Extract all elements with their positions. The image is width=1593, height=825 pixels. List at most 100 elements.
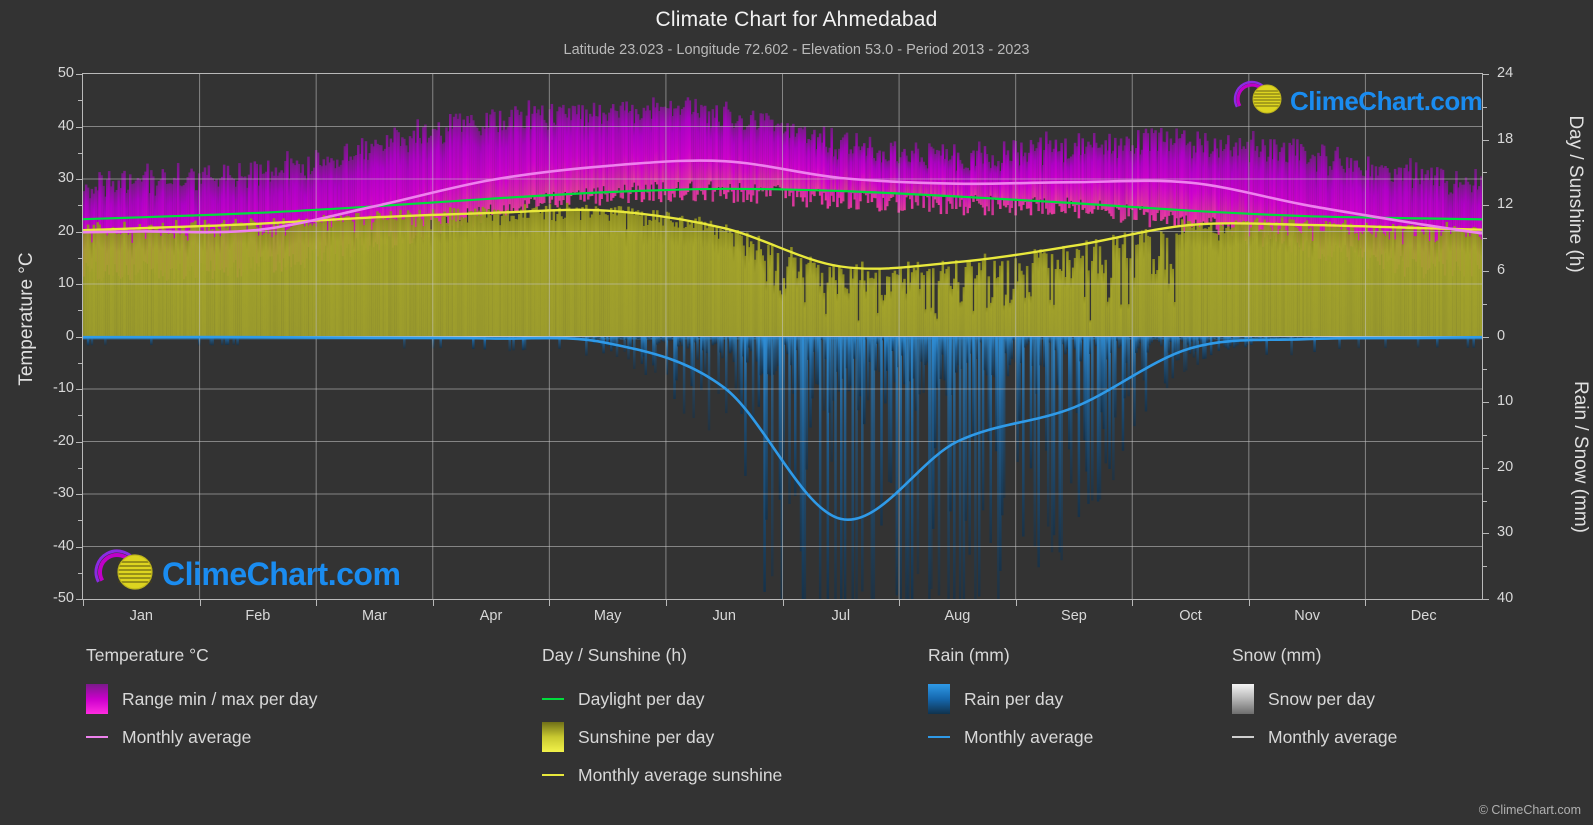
legend-item[interactable]: Range min / max per day: [86, 680, 318, 718]
legend-group-title: Rain (mm): [928, 645, 1010, 665]
y-axis-left-tick-label: 20: [57, 222, 74, 239]
y-axis-left-tick-label: 30: [57, 170, 74, 186]
x-axis-tick-label: Jan: [129, 608, 153, 624]
x-axis-tick: [899, 600, 901, 606]
legend-item-label: Rain per day: [964, 688, 1064, 709]
climechart-logo-top: ClimeChart.com: [1232, 80, 1483, 123]
x-axis-tick: [665, 600, 667, 606]
y-axis-right-tick: [1483, 139, 1489, 141]
chart-legend: Temperature °C Range min / max per day Mon…: [0, 645, 1593, 825]
climechart-logo-text: ClimeChart.com: [162, 556, 401, 592]
x-axis-tick-label: May: [593, 608, 622, 624]
legend-item[interactable]: Snow per day: [1232, 680, 1397, 718]
x-axis-tick: [1248, 600, 1250, 606]
y-axis-right-tick-label: 12: [1497, 196, 1514, 213]
legend-item[interactable]: Sunshine per day: [542, 718, 782, 756]
x-axis-tick-label: Jun: [712, 608, 736, 624]
legend-line-icon: [86, 722, 108, 752]
legend-swatch-icon: [928, 684, 950, 714]
y-axis-left-tick-label: 0: [65, 327, 74, 344]
y-axis-right-tick-label: 10: [1497, 393, 1514, 410]
y-axis-right-tick: [1483, 467, 1489, 469]
y-axis-right-tick: [1483, 402, 1489, 404]
legend-line-icon: [1232, 722, 1254, 752]
y-axis-right-minor-tick: [1483, 566, 1487, 568]
copyright-notice: © ClimeChart.com: [1478, 803, 1581, 817]
legend-group-title: Temperature °C: [86, 645, 209, 665]
legend-swatch-icon: [1232, 684, 1254, 714]
x-axis-tick-label: Dec: [1410, 608, 1437, 624]
x-axis-tick-label: Jul: [831, 608, 851, 624]
x-axis-tick: [1132, 600, 1134, 606]
y-axis-right-tick: [1483, 599, 1489, 600]
y-axis-right-minor-tick: [1483, 172, 1487, 174]
legend-group: Snow (mm) Snow per day Monthly average: [1232, 645, 1397, 756]
x-axis-tick-label: Nov: [1294, 608, 1321, 624]
climechart-logo-icon: [92, 548, 162, 601]
y-axis-right-tick-label: 6: [1497, 261, 1506, 278]
legend-item-label: Monthly average: [1268, 726, 1398, 747]
legend-group: Rain (mm) Rain per day Monthly average: [928, 645, 1093, 756]
x-axis-tick-label: Apr: [479, 608, 503, 624]
legend-swatch-icon: [86, 684, 108, 714]
y-axis-right-bottom-title: Rain / Snow (mm): [1570, 380, 1591, 534]
x-axis-tick: [83, 600, 84, 606]
climate-chart-page: Climate Chart for Ahmedabad Latitude 23.…: [0, 0, 1593, 825]
x-axis-tick: [1365, 600, 1367, 606]
x-axis-tick-label: Oct: [1179, 608, 1202, 624]
legend-item-label: Monthly average: [964, 726, 1094, 747]
legend-item-label: Daylight per day: [578, 688, 705, 709]
x-axis-tick-label: Sep: [1061, 608, 1087, 624]
legend-line-icon: [542, 684, 564, 714]
y-axis-left-tick-label: 50: [57, 65, 74, 81]
y-axis-right-tick-label: 0: [1497, 327, 1506, 344]
y-axis-right-minor-tick: [1483, 500, 1487, 502]
chart-canvas: [83, 74, 1482, 599]
legend-line-icon: [542, 760, 564, 790]
page-title: Climate Chart for Ahmedabad: [655, 8, 938, 31]
y-axis-right-top-title: Day / Sunshine (h): [1565, 115, 1586, 273]
legend-item-label: Range min / max per day: [122, 688, 318, 709]
y-axis-right-tick-label: 18: [1497, 130, 1514, 147]
legend-group-title: Day / Sunshine (h): [542, 645, 687, 665]
legend-item-label: Snow per day: [1268, 688, 1376, 709]
y-axis-left-tick-label: -20: [53, 432, 74, 449]
legend-group-title: Snow (mm): [1232, 645, 1322, 665]
climechart-logo-icon: [1232, 80, 1290, 123]
y-axis-right-tick-label: 40: [1497, 590, 1514, 606]
legend-item-label: Monthly average sunshine: [578, 764, 783, 785]
y-axis-right-tick: [1483, 336, 1489, 338]
x-axis-tick-label: Aug: [944, 608, 971, 624]
legend-item[interactable]: Monthly average sunshine: [542, 756, 782, 794]
y-axis-right-tick-label: 20: [1497, 458, 1514, 475]
y-axis-right-minor-tick: [1483, 238, 1487, 240]
legend-swatch-icon: [542, 722, 564, 752]
legend-item-label: Monthly average: [122, 726, 252, 747]
y-axis-left-tick-label: -40: [53, 537, 74, 554]
climechart-logo-bottom: ClimeChart.com: [92, 548, 401, 601]
y-axis-right-minor-tick: [1483, 434, 1487, 436]
y-axis-right-tick-label: 30: [1497, 524, 1514, 541]
legend-item[interactable]: Monthly average: [86, 718, 318, 756]
y-axis-right-tick-label: 24: [1497, 65, 1514, 81]
legend-item[interactable]: Monthly average: [1232, 718, 1397, 756]
y-axis-left-tick-label: -50: [53, 590, 74, 606]
y-axis-right-tick: [1483, 533, 1489, 535]
plot-area: [82, 73, 1483, 600]
y-axis-left-tick-label: -30: [53, 485, 74, 501]
y-axis-right-tick: [1483, 205, 1489, 207]
page-subtitle: Latitude 23.023 - Longitude 72.602 - Ele…: [563, 42, 1030, 58]
x-axis-tick: [432, 600, 434, 606]
x-axis-tick: [1015, 600, 1017, 606]
y-axis-left-tick-label: 40: [57, 117, 74, 134]
legend-item[interactable]: Daylight per day: [542, 680, 782, 718]
legend-group: Day / Sunshine (h) Daylight per day Sunshi…: [542, 645, 782, 794]
legend-group: Temperature °C Range min / max per day Mon…: [86, 645, 318, 756]
y-axis-right-minor-tick: [1483, 106, 1487, 108]
x-axis-tick: [549, 600, 551, 606]
legend-item[interactable]: Monthly average: [928, 718, 1093, 756]
legend-item-label: Sunshine per day: [578, 726, 715, 747]
x-axis-tick-label: Feb: [245, 608, 271, 624]
legend-item[interactable]: Rain per day: [928, 680, 1093, 718]
legend-line-icon: [928, 722, 950, 752]
